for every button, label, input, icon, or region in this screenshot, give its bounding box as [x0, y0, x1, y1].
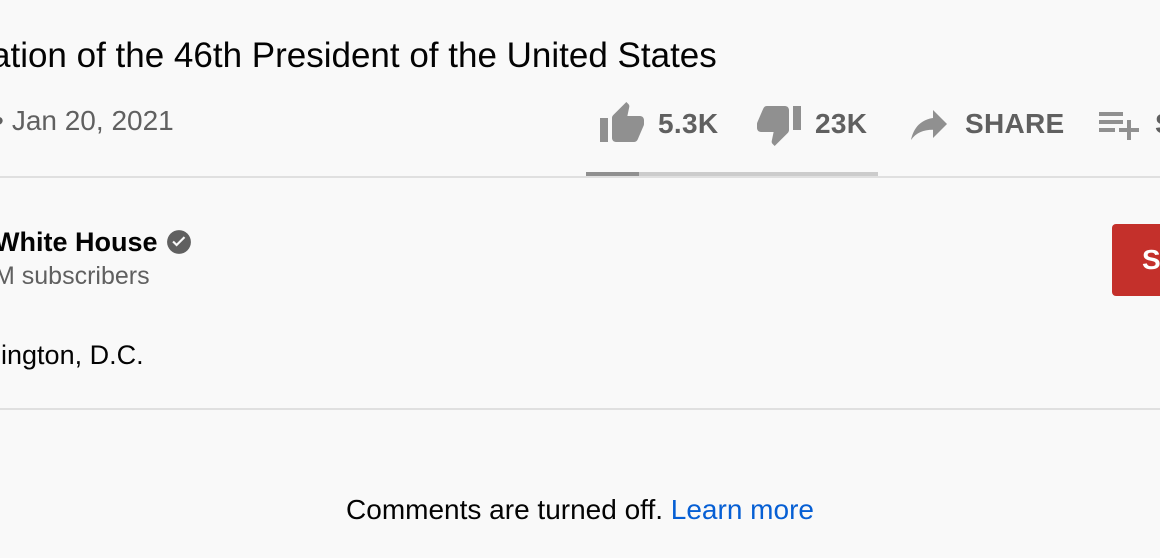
video-title: ation of the 46th President of the Unite… [0, 36, 717, 75]
video-description: hington, D.C. [0, 340, 144, 370]
dislike-button[interactable]: 23K [755, 96, 867, 152]
comments-disabled-notice: Comments are turned off. Learn more [0, 492, 1160, 528]
save-label: S [1155, 108, 1160, 140]
description-divider [0, 408, 1160, 410]
subscribe-button[interactable]: S [1112, 224, 1160, 296]
subscriber-count: M subscribers [0, 262, 150, 290]
dislike-count: 23K [815, 108, 868, 139]
top-divider [0, 176, 1160, 178]
thumbs-down-icon [755, 100, 803, 148]
playlist-add-icon [1095, 100, 1143, 148]
share-label: SHARE [965, 108, 1065, 139]
like-count: 5.3K [658, 108, 719, 139]
share-arrow-icon [905, 100, 953, 148]
thumbs-up-icon [598, 100, 646, 148]
video-info-panel: ation of the 46th President of the Unite… [0, 0, 1160, 558]
channel-name: White House [0, 227, 158, 257]
video-actions-bar: 5.3K 23K SHARE S [0, 96, 1160, 152]
learn-more-link[interactable]: Learn more [671, 494, 814, 525]
save-button[interactable]: S [1095, 96, 1160, 152]
verified-check-icon [166, 229, 192, 255]
channel-name-link[interactable]: White House [0, 226, 192, 258]
like-button[interactable]: 5.3K [598, 96, 718, 152]
comments-off-message: Comments are turned off. [346, 494, 663, 525]
share-button[interactable]: SHARE [905, 96, 1065, 152]
